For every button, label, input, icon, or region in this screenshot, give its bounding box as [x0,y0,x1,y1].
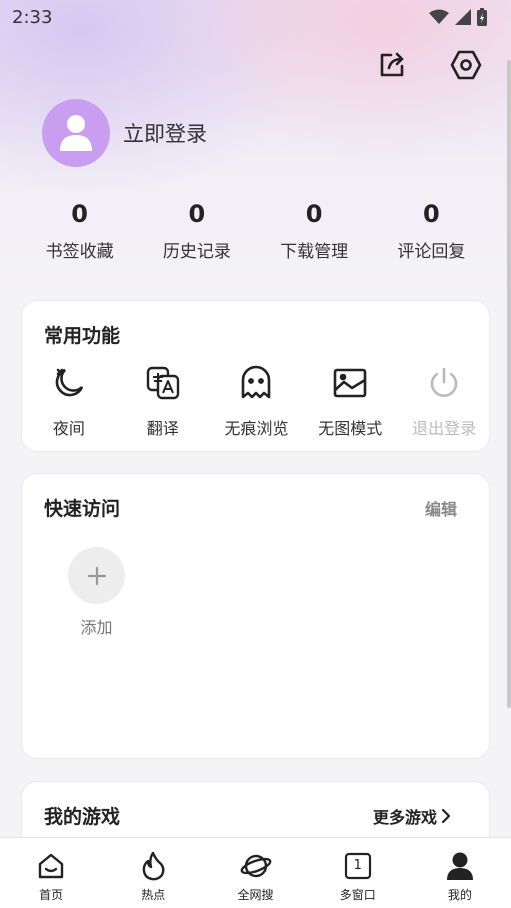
battery-icon [477,8,487,26]
settings-button[interactable] [449,48,483,82]
card-title: 我的游戏 [44,806,121,828]
planet-icon [240,854,271,878]
flame-icon [142,851,165,881]
nav-label: 首页 [39,888,64,902]
card-title: 常用功能 [44,325,121,347]
stat-label: 下载管理 [280,242,349,262]
feature-label: 退出登录 [412,419,477,438]
scrollbar[interactable] [507,60,511,708]
share-icon [380,52,404,77]
nav-hot[interactable]: 热点 [102,838,204,908]
feature-label: 翻译 [146,419,179,438]
login-row[interactable]: 立即登录 [42,99,207,167]
common-functions-card: 常用功能 夜间 翻译 无痕浏览 无图模式 退出登录 [21,300,490,452]
feature-no-image[interactable]: 无图模式 [303,363,397,439]
add-shortcut-button[interactable] [68,547,125,604]
nav-home[interactable]: 首页 [0,838,102,908]
stat-history[interactable]: 0 历史记录 [138,198,255,262]
stat-value: 0 [423,200,440,228]
feature-night-mode[interactable]: 夜间 [22,363,116,439]
quick-access-card: 快速访问 编辑 添加 [21,473,490,759]
user-icon [60,115,92,151]
feature-label: 无图模式 [318,419,383,438]
status-icons [429,8,487,26]
feature-logout[interactable]: 退出登录 [397,363,491,439]
ghost-icon [242,365,271,399]
nav-search-all[interactable]: 全网搜 [204,838,306,908]
stat-label: 评论回复 [397,242,466,262]
nav-mine[interactable]: 我的 [409,838,511,908]
nav-windows[interactable]: 1 多窗口 [307,838,409,908]
window-count: 1 [353,858,362,873]
stat-value: 0 [305,200,323,228]
plus-icon [87,566,106,585]
top-actions [375,48,483,82]
more-games-label: 更多游戏 [372,808,437,827]
translate-icon [146,366,179,400]
card-title: 快速访问 [44,498,121,520]
stat-value: 0 [188,200,206,228]
feature-label: 无痕浏览 [224,419,289,438]
moon-icon [55,368,84,397]
stat-label: 书签收藏 [45,242,114,262]
stat-label: 历史记录 [162,242,231,262]
status-bar: 2:33 [0,0,511,34]
home-icon [38,853,64,879]
feature-incognito[interactable]: 无痕浏览 [210,363,304,439]
power-icon [430,367,458,397]
avatar[interactable] [42,99,110,167]
stat-downloads[interactable]: 0 下载管理 [256,198,373,262]
add-shortcut-label: 添加 [80,618,113,637]
share-button[interactable] [375,48,409,82]
nav-label: 多窗口 [339,888,376,902]
profile-icon [446,852,473,880]
nav-label: 热点 [141,888,166,902]
stat-value: 0 [71,200,88,228]
more-games-link[interactable]: 更多游戏 [373,804,451,828]
edit-button[interactable]: 编辑 [425,496,457,520]
login-label[interactable]: 立即登录 [123,118,207,148]
chevron-right-icon [441,808,451,824]
nav-label: 我的 [447,888,472,902]
image-icon [333,368,367,398]
stats-row: 0 书签收藏 0 历史记录 0 下载管理 0 评论回复 [21,198,490,262]
feature-label: 夜间 [52,419,85,438]
feature-translate[interactable]: 翻译 [116,363,210,439]
status-time: 2:33 [12,6,53,28]
gear-icon [450,50,482,80]
nav-label: 全网搜 [237,888,274,902]
stat-comments[interactable]: 0 评论回复 [373,198,490,262]
signal-icon [455,9,471,25]
bottom-nav: 首页 热点 全网搜 1 多窗口 我的 [0,837,511,908]
wifi-icon [429,9,449,24]
feature-list: 夜间 翻译 无痕浏览 无图模式 退出登录 [22,363,491,439]
stat-bookmarks[interactable]: 0 书签收藏 [21,198,138,262]
